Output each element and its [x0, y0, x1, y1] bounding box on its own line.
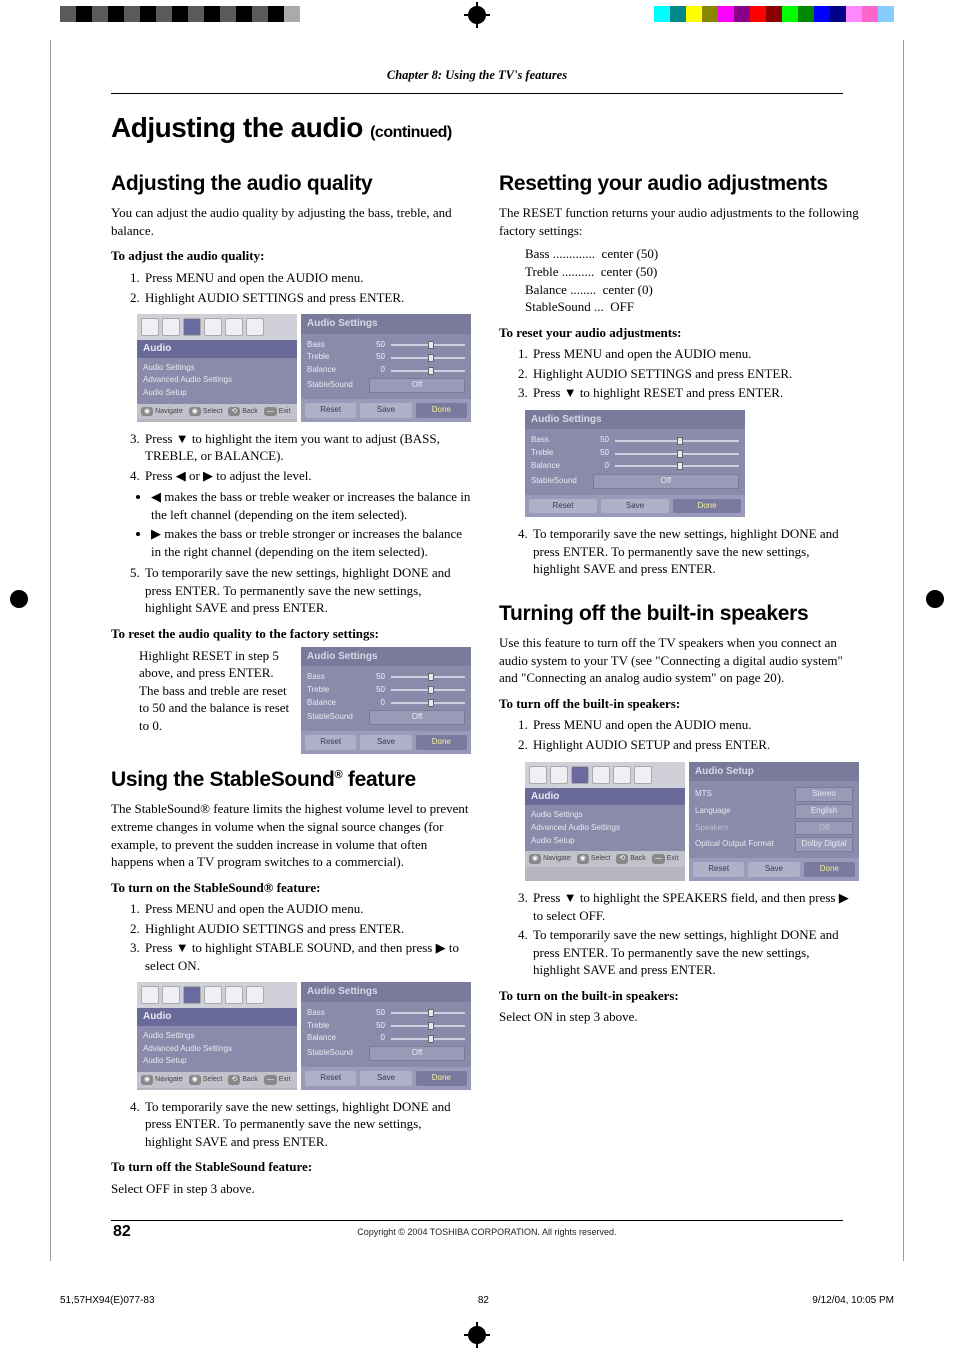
body-text: The RESET function returns your audio ad… — [499, 204, 859, 239]
page-number: 82 — [113, 1223, 131, 1241]
body-text: Select ON in step 3 above. — [499, 1008, 859, 1026]
registration-marks-top — [0, 0, 954, 40]
body-text: You can adjust the audio quality by adju… — [111, 204, 471, 239]
body-text: Highlight RESET in step 5 above, and pre… — [139, 647, 293, 754]
step-item: To temporarily save the new settings, hi… — [143, 1098, 471, 1151]
steps-list: To temporarily save the new settings, hi… — [143, 564, 471, 617]
osd-settings-panel: Audio Settings Bass50 Treble50 Balance0 … — [301, 314, 471, 421]
steps-list: To temporarily save the new settings, hi… — [143, 1098, 471, 1151]
lead-text: To reset the audio quality to the factor… — [111, 625, 471, 643]
step-item: Press ▼ to highlight STABLE SOUND, and t… — [143, 939, 471, 974]
step-item: Press MENU and open the AUDIO menu. — [531, 716, 859, 734]
chapter-header: Chapter 8: Using the TV's features — [111, 68, 843, 83]
step-item: To temporarily save the new settings, hi… — [531, 525, 859, 578]
section-speakers: Turning off the built-in speakers — [499, 600, 859, 628]
body-text: The StableSound® feature limits the high… — [111, 800, 471, 870]
body-text: Use this feature to turn off the TV spea… — [499, 634, 859, 687]
steps-list: To temporarily save the new settings, hi… — [531, 525, 859, 578]
step-item: Press MENU and open the AUDIO menu. — [143, 900, 471, 918]
steps-list: Press MENU and open the AUDIO menu. High… — [143, 269, 471, 306]
osd-settings-panel-small: Audio Settings Bass50 Treble50 Balance0 … — [301, 647, 471, 754]
osd-figure-audio-settings: Audio Audio SettingsAdvanced Audio Setti… — [137, 314, 471, 421]
lead-text: To adjust the audio quality: — [111, 247, 471, 265]
body-text: Select OFF in step 3 above. — [111, 1180, 471, 1198]
header-rule — [111, 93, 843, 94]
lead-text: To turn off the built-in speakers: — [499, 695, 859, 713]
step-item: Highlight AUDIO SETTINGS and press ENTER… — [143, 289, 471, 307]
osd-figure-audio-setup: Audio Audio SettingsAdvanced Audio Setti… — [525, 762, 859, 881]
osd-figure-stablesound: Audio Audio SettingsAdvanced Audio Setti… — [137, 982, 471, 1089]
step-item: Highlight AUDIO SETTINGS and press ENTER… — [143, 920, 471, 938]
osd-menu-panel: Audio Audio SettingsAdvanced Audio Setti… — [137, 314, 297, 421]
step-item: Highlight AUDIO SETTINGS and press ENTER… — [531, 365, 859, 383]
steps-list: Press MENU and open the AUDIO menu. High… — [143, 900, 471, 974]
copyright-text: Copyright © 2004 TOSHIBA CORPORATION. Al… — [131, 1227, 843, 1237]
factory-defaults-list: Bass ............. center (50) Treble ..… — [525, 245, 859, 315]
lead-text: To turn on the built-in speakers: — [499, 987, 859, 1005]
step-item: Press ◀ or ▶ to adjust the level. — [143, 467, 471, 485]
page-title: Adjusting the audio (continued) — [111, 112, 843, 144]
section-adjust-quality: Adjusting the audio quality — [111, 170, 471, 198]
registration-marks-bottom — [0, 1316, 954, 1356]
step-item: To temporarily save the new settings, hi… — [143, 564, 471, 617]
lead-text: To turn on the StableSound® feature: — [111, 879, 471, 897]
step-item: Press ▼ to highlight the item you want t… — [143, 430, 471, 465]
step-item: Highlight AUDIO SETUP and press ENTER. — [531, 736, 859, 754]
bullet-list: ◀ makes the bass or treble weaker or inc… — [151, 488, 471, 560]
print-slug-line: 51,57HX94(E)077-83 82 9/12/04, 10:05 PM — [60, 1295, 894, 1306]
steps-list: Press ▼ to highlight the item you want t… — [143, 430, 471, 485]
step-item: Press MENU and open the AUDIO menu. — [531, 345, 859, 363]
registration-target-icon — [468, 6, 486, 24]
steps-list: Press MENU and open the AUDIO menu. High… — [531, 345, 859, 402]
step-item: Press MENU and open the AUDIO menu. — [143, 269, 471, 287]
lead-text: To reset your audio adjustments: — [499, 324, 859, 342]
step-item: Press ▼ to highlight the SPEAKERS field,… — [531, 889, 859, 924]
lead-text: To turn off the StableSound feature: — [111, 1158, 471, 1176]
left-column: Adjusting the audio quality You can adju… — [111, 158, 471, 1202]
registration-target-icon — [468, 1326, 486, 1344]
right-column: Resetting your audio adjustments The RES… — [499, 158, 859, 1202]
section-stablesound: Using the StableSound® feature — [111, 766, 471, 794]
steps-list: Press ▼ to highlight the SPEAKERS field,… — [531, 889, 859, 979]
step-item: Press ▼ to highlight RESET and press ENT… — [531, 384, 859, 402]
bullet-item: ◀ makes the bass or treble weaker or inc… — [151, 488, 471, 523]
bullet-item: ▶ makes the bass or treble stronger or i… — [151, 525, 471, 560]
steps-list: Press MENU and open the AUDIO menu. High… — [531, 716, 859, 753]
step-item: To temporarily save the new settings, hi… — [531, 926, 859, 979]
osd-figure-reset: Audio Settings Bass50 Treble50 Balance0 … — [525, 410, 859, 517]
footer-rule — [111, 1220, 843, 1221]
section-reset: Resetting your audio adjustments — [499, 170, 859, 198]
